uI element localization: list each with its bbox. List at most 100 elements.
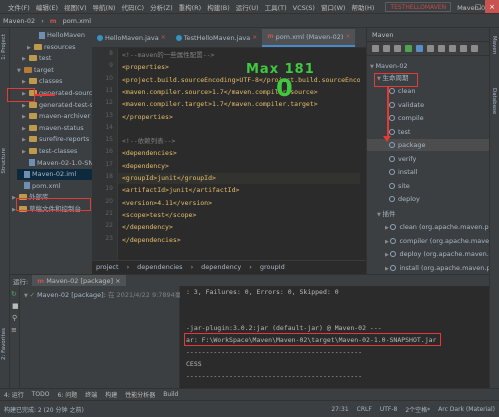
maven-icon: m: [49, 16, 57, 25]
settings-gear-icon[interactable]: [471, 45, 478, 52]
status-bar: 构建已完成: 2 (20 分钟 之前) 27:31 CRLF UTF-8 2个空…: [0, 400, 499, 417]
run-icon[interactable]: [405, 45, 412, 52]
reload-icon[interactable]: [372, 45, 379, 52]
project-tree-item[interactable]: ▶ test: [22, 53, 51, 64]
menu-item-5[interactable]: 分析(Z): [147, 4, 176, 12]
menu-item-4[interactable]: 代码(C): [118, 4, 147, 12]
database-tool-tab[interactable]: Database: [491, 88, 497, 114]
plugin-item-label: compiler (org.apache.maven.p: [399, 236, 489, 245]
editor-breadcrumb-item[interactable]: dependencies: [133, 263, 186, 271]
plugin-item-label: clean (org.apache.maven.plug: [399, 223, 489, 231]
project-tree-item[interactable]: ▶ classes: [22, 76, 63, 87]
minimize-icon[interactable]: –: [457, 0, 471, 13]
lifecycle-phase-deploy[interactable]: deploy: [367, 193, 489, 205]
plugin-item[interactable]: ▶ deploy (org.apache.maven.plu: [367, 248, 489, 260]
toggle-offline-icon[interactable]: [427, 45, 434, 52]
wrap-icon[interactable]: ≡: [11, 326, 17, 334]
menu-item-9[interactable]: 工具(T): [262, 4, 290, 12]
project-tree-item[interactable]: pom.xml: [17, 181, 61, 192]
code-editor[interactable]: <!--maven的一些属性配置--> <properties> <project…: [118, 48, 360, 260]
add-icon[interactable]: [383, 45, 390, 52]
bottom-tool-tab[interactable]: 构建: [101, 390, 121, 399]
editor-tab[interactable]: HelloMaven.java ×: [92, 29, 171, 47]
plugin-item[interactable]: ▶ compiler (org.apache.maven.p: [367, 235, 489, 247]
maven-project-node-label: Maven-02: [375, 62, 408, 70]
project-tree-item[interactable]: ▶ surefire-reports: [22, 134, 89, 145]
download-icon[interactable]: [394, 45, 401, 52]
file-encoding[interactable]: UTF-8: [376, 406, 402, 413]
lifecycle-phase-site[interactable]: site: [367, 180, 489, 192]
bottom-tool-tab[interactable]: 4: 运行: [0, 390, 28, 399]
lifecycle-phase-verify[interactable]: verify: [367, 153, 489, 165]
menu-item-8[interactable]: 运行(U): [233, 4, 262, 12]
project-tree-item[interactable]: Maven-02-1.0-SNAPSHOT.jar: [22, 158, 92, 169]
rerun-icon[interactable]: ↻: [11, 290, 17, 298]
show-dependencies-icon[interactable]: [449, 45, 456, 52]
menu-item-1[interactable]: 编辑(E): [33, 4, 61, 12]
close-icon[interactable]: ×: [485, 0, 499, 13]
menu-item-10[interactable]: VCS(S): [290, 4, 318, 12]
line-separator[interactable]: CRLF: [353, 406, 376, 413]
left-tool-strip: 1: Project Structure 2: Favorites: [0, 28, 10, 400]
editor-breadcrumb-item[interactable]: groupId: [256, 263, 289, 271]
stop-icon[interactable]: ■: [12, 302, 19, 310]
run-tab[interactable]: m Maven-02 [package] ×: [32, 274, 126, 287]
maven-project-node[interactable]: ▼ Maven-02: [367, 60, 489, 72]
bottom-tool-tab[interactable]: 性能分析器: [121, 390, 159, 399]
editor-tab[interactable]: TestHelloMaven.java ×: [171, 29, 263, 47]
structure-tool-tab[interactable]: Structure: [1, 148, 7, 174]
collapse-all-icon[interactable]: [460, 45, 467, 52]
lifecycle-phase-clean-label: clean: [398, 87, 416, 95]
pin-icon[interactable]: ⚲: [12, 314, 17, 322]
plugin-item[interactable]: ▶ install (org.apache.maven.plu: [367, 262, 489, 274]
plugins-node[interactable]: ▼ 插件: [367, 208, 489, 220]
maximize-icon[interactable]: □: [471, 0, 485, 13]
breadcrumb-project[interactable]: Maven-02: [0, 17, 38, 25]
project-tool-tab[interactable]: 1: Project: [1, 34, 7, 60]
plugin-item[interactable]: ▶ clean (org.apache.maven.plug: [367, 221, 489, 233]
close-tab-icon[interactable]: ×: [345, 28, 350, 46]
menu-item-6[interactable]: 重构(R): [176, 4, 205, 12]
menu-item-2[interactable]: 视图(V): [61, 4, 90, 12]
favorites-tool-tab[interactable]: 2: Favorites: [1, 328, 7, 360]
menu-item-3[interactable]: 导航(N): [90, 4, 119, 12]
project-tree-item[interactable]: ▶ maven-archiver: [22, 111, 90, 122]
project-tree-item[interactable]: HelloMaven: [32, 30, 85, 41]
maven-tool-tab[interactable]: Maven: [491, 36, 497, 54]
lifecycle-phase-compile[interactable]: compile: [367, 112, 489, 124]
bottom-tool-tab[interactable]: 6: 问题: [53, 390, 81, 399]
lifecycle-phase-validate[interactable]: validate: [367, 99, 489, 111]
menu-item-11[interactable]: 窗口(W): [318, 4, 349, 12]
status-message: 构建已完成: 2 (20 分钟 之前): [4, 406, 84, 414]
bottom-tool-tab[interactable]: Build: [159, 391, 182, 398]
close-tab-icon[interactable]: ×: [161, 29, 166, 47]
lifecycle-phase-install[interactable]: install: [367, 166, 489, 178]
folder-icon: [29, 78, 37, 85]
close-tab-icon[interactable]: ×: [252, 29, 257, 47]
breadcrumb-file[interactable]: pom.xml: [60, 17, 95, 25]
editor-tabs: HelloMaven.java × TestHelloMaven.java × m pom…: [92, 28, 366, 48]
indent-setting[interactable]: 2个空格*: [401, 405, 434, 414]
editor-tab[interactable]: m pom.xml (Maven-02) ×: [262, 28, 356, 47]
cursor-position[interactable]: 27:31: [327, 406, 352, 413]
project-tree-item[interactable]: ▶ resources: [27, 42, 76, 53]
chevron-right-icon: ▶: [27, 44, 31, 51]
project-tree-item[interactable]: ▶ test-classes: [22, 146, 77, 157]
bottom-tool-tab[interactable]: TODO: [28, 391, 54, 398]
execute-goal-icon[interactable]: [416, 45, 423, 52]
menu-item-7[interactable]: 构建(B): [204, 4, 233, 12]
editor-breadcrumb-item[interactable]: dependency: [197, 263, 245, 271]
menu-item-12[interactable]: 帮助(H): [348, 4, 377, 12]
project-tree-item[interactable]: ▼ target: [17, 65, 54, 76]
line-number: 18: [105, 173, 113, 180]
skip-tests-icon[interactable]: [438, 45, 445, 52]
run-configuration-dropdown[interactable]: TESTHELLOMAVEN: [385, 1, 452, 12]
theme-indicator[interactable]: Arc Dark (Material): [434, 406, 499, 413]
project-tree-item[interactable]: ▶ maven-status: [22, 123, 84, 134]
run-tree-item[interactable]: ▼ ✓ Maven-02 [package]: 在 2021/4/22 9:78…: [24, 290, 188, 301]
menu-item-0[interactable]: 文件(F): [5, 4, 33, 12]
editor-breadcrumb-item[interactable]: project: [92, 263, 123, 271]
file-icon: [24, 182, 30, 190]
project-tree-item[interactable]: Maven-02.iml: [17, 169, 92, 181]
bottom-tool-tab[interactable]: 终端: [81, 390, 101, 399]
